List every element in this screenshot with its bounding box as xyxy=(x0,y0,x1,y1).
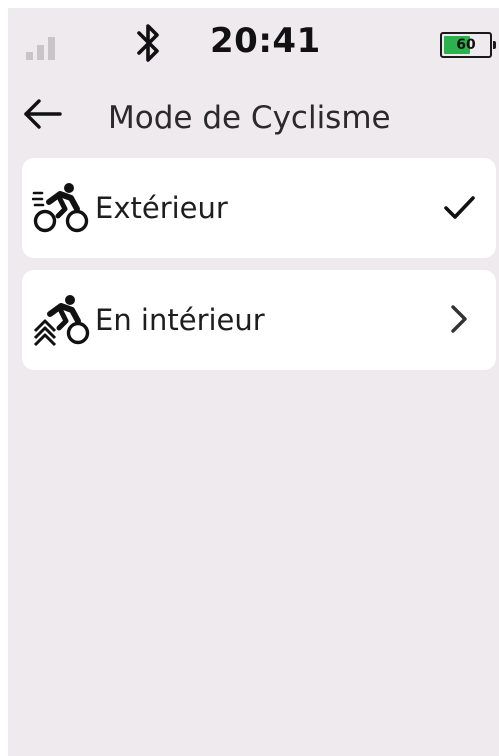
battery-level: 60 xyxy=(456,37,476,53)
mode-option-outdoor[interactable]: Extérieur xyxy=(22,158,496,258)
page-title: Mode de Cyclisme xyxy=(108,100,391,136)
battery-icon: 60 xyxy=(440,32,496,58)
back-button[interactable] xyxy=(20,94,70,136)
signal-bars-icon xyxy=(24,30,66,62)
mode-label: En intérieur xyxy=(95,303,265,337)
checkmark-icon xyxy=(442,190,476,224)
mode-option-indoor[interactable]: En intérieur xyxy=(22,270,496,370)
header: Mode de Cyclisme xyxy=(8,88,499,144)
chevron-right-icon xyxy=(442,302,476,336)
bluetooth-icon xyxy=(136,22,162,64)
status-bar: 20:41 60 xyxy=(8,8,499,80)
mode-label: Extérieur xyxy=(95,191,228,225)
clock: 20:41 xyxy=(210,21,321,61)
arrow-left-icon xyxy=(20,99,64,138)
indoor-cycling-icon xyxy=(32,294,92,347)
screen: 20:41 60 Mode de Cyclisme Extérieur En i… xyxy=(8,8,499,756)
outdoor-cycling-icon xyxy=(31,182,92,234)
